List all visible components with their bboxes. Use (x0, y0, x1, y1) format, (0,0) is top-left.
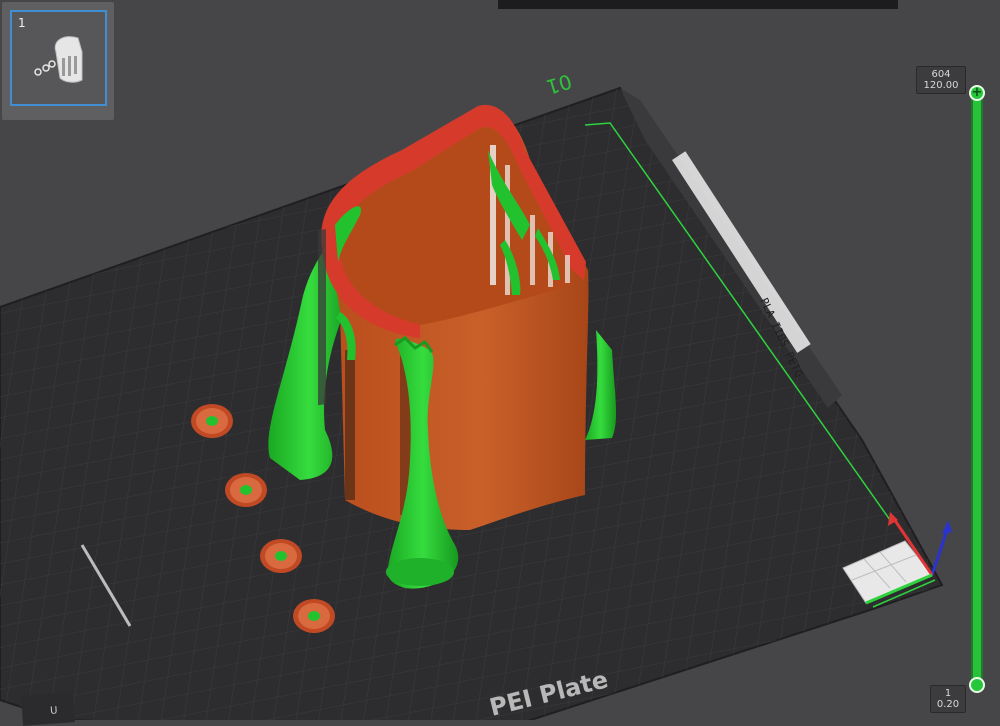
top-layer-height: 120.00 (923, 80, 959, 91)
layer-readout-bottom: 1 0.20 (930, 685, 966, 713)
layer-slider-top-handle[interactable]: + (969, 85, 985, 101)
plate-thumbnail-panel: 1 (2, 2, 114, 120)
top-layer-number: 604 (931, 69, 951, 80)
donut-part (260, 539, 302, 573)
bottom-layer-number: 1 (944, 688, 952, 699)
layer-slider-range (973, 94, 981, 684)
plus-icon: + (971, 85, 983, 100)
plate-thumbnail-preview (34, 36, 83, 83)
plate-number: 1 (18, 16, 26, 30)
layer-readout-top: 604 120.00 (916, 66, 966, 94)
bottom-layer-height: 0.20 (936, 699, 960, 710)
origin-mark: 01 (543, 69, 574, 99)
donut-part (293, 599, 335, 633)
scene-svg[interactable]: 01 PLA IIBS PETG PEI Plate (0, 0, 1000, 726)
3d-viewport[interactable]: 01 PLA IIBS PETG PEI Plate 1 604 120.00 … (0, 0, 1000, 726)
view-corner-button[interactable]: U (21, 692, 75, 726)
donut-part (225, 473, 267, 507)
plate-thumbnail[interactable]: 1 (10, 10, 107, 106)
layer-slider-bottom-handle[interactable] (969, 677, 985, 693)
corner-icon: U (49, 705, 58, 717)
top-toolbar-strip (498, 0, 898, 9)
donut-part (191, 404, 233, 438)
